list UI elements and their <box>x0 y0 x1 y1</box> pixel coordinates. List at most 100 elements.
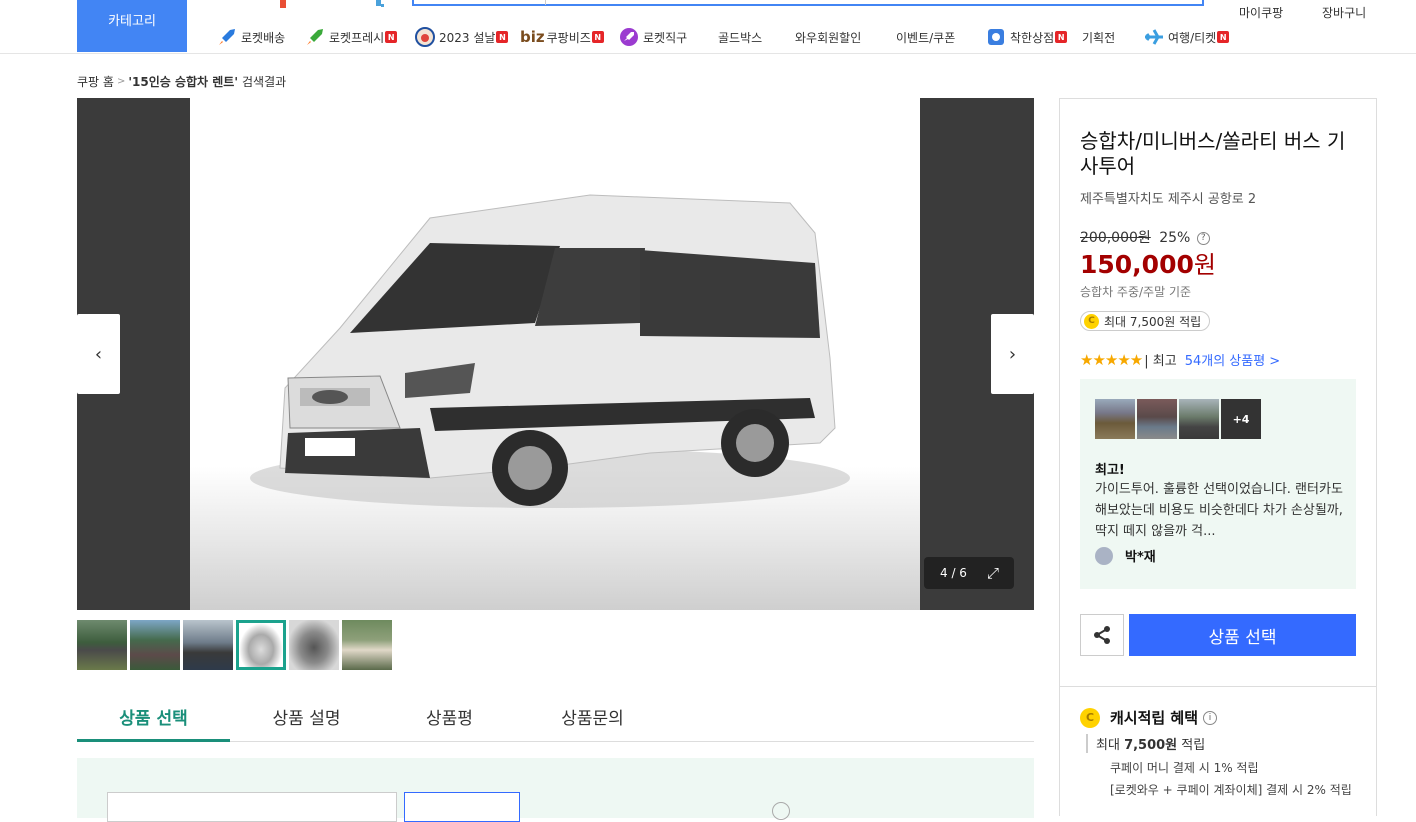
rocket-icon <box>216 26 238 48</box>
nav-label: 기획전 <box>1082 30 1116 45</box>
nav-label: 로켓직구 <box>643 30 688 45</box>
nav-item-rocket-fresh[interactable]: 로켓프레시 N <box>304 26 414 48</box>
cash-max-label: 최대 <box>1096 738 1120 753</box>
more-photos-button[interactable]: +4 <box>1221 399 1261 439</box>
search-input[interactable] <box>412 0 1204 6</box>
review-user: 박*재 <box>1095 546 1156 565</box>
price-unit: 원 <box>1193 251 1216 279</box>
new-badge: N <box>385 31 398 43</box>
image-counter: 4 / 6 ⤢ <box>924 557 1014 589</box>
review-photo-2[interactable] <box>1137 399 1177 439</box>
thumbnail-strip <box>77 620 392 670</box>
top-header: 카테고리 로켓배송 로켓프레시 N 2023 설날 N biz 쿠팡비즈 N 로… <box>0 0 1416 54</box>
nav-item-good-store[interactable]: 착한상점 N <box>985 26 1082 48</box>
cash-max-amount: 7,500원 <box>1124 738 1178 753</box>
tab-product-inquiry[interactable]: 상품문의 <box>516 700 669 742</box>
product-main-image[interactable] <box>190 98 920 610</box>
rating-row: ★★★★★ | 최고 54개의 상품평 > <box>1080 350 1281 370</box>
option-date-input[interactable] <box>107 792 397 822</box>
share-button[interactable] <box>1080 614 1124 656</box>
nav-label: 2023 설날 <box>439 30 496 45</box>
cash-max-suffix: 적립 <box>1181 738 1206 753</box>
thumbnail-5[interactable] <box>289 620 339 670</box>
product-tabs: 상품 선택 상품 설명 상품평 상품문의 <box>77 700 1034 742</box>
info-icon[interactable]: i <box>1203 710 1218 725</box>
category-nav: 로켓배송 로켓프레시 N 2023 설날 N biz 쿠팡비즈 N 로켓직구 골… <box>216 24 1230 50</box>
sale-price-value: 150,000 <box>1080 250 1194 279</box>
nav-label: 골드박스 <box>718 30 763 45</box>
rating-word: | 최고 <box>1144 354 1177 369</box>
avatar <box>1095 546 1113 565</box>
cash-point-text: 최대 7,500원 적립 <box>1104 314 1202 329</box>
nav-label: 착한상점 <box>1010 30 1055 45</box>
review-text: 가이드투어. 훌륭한 선택이었습니다. 랜터카도 해보았는데 비용도 비슷한데다… <box>1095 482 1343 539</box>
new-year-icon <box>414 26 436 48</box>
nav-item-gold-box[interactable]: 골드박스 <box>718 29 795 46</box>
chevron-right-icon: > <box>116 76 126 87</box>
thumbnail-2[interactable] <box>130 620 180 670</box>
tab-product-description[interactable]: 상품 설명 <box>230 700 383 742</box>
tab-reviews[interactable]: 상품평 <box>383 700 516 742</box>
cart-link[interactable]: 장바구니 <box>1322 4 1366 21</box>
coin-icon: C <box>1080 707 1100 728</box>
cash-benefit-panel: C 캐시적립 혜택 i 최대 7,500원 적립 쿠페이 머니 결제 시 1% … <box>1059 686 1377 816</box>
nav-item-travel[interactable]: 여행/티켓 N <box>1143 26 1230 48</box>
price-basis: 승합차 주중/주말 기준 <box>1080 285 1192 299</box>
product-title: 승합차/미니버스/쏠라티 버스 기사투어 <box>1080 129 1346 178</box>
airplane-icon <box>1143 26 1165 48</box>
cash-line-2: [로켓와우 + 쿠페이 계좌이체] 결제 시 2% 적립 <box>1110 783 1352 797</box>
chevron-right-icon: › <box>1008 343 1017 365</box>
original-price-row: 200,000원 25% ? <box>1080 227 1210 247</box>
review-photos: +4 <box>1095 399 1261 439</box>
chevron-left-icon: ‹ <box>94 343 103 365</box>
nav-item-wow-discount[interactable]: 와우회원할인 <box>795 29 896 46</box>
review-title: 최고! <box>1095 463 1125 478</box>
breadcrumb-home[interactable]: 쿠팡 홈 <box>77 73 114 90</box>
option-button[interactable] <box>404 792 520 822</box>
review-count-link[interactable]: 54개의 상품평 > <box>1185 350 1281 369</box>
nav-item-rocket-delivery[interactable]: 로켓배송 <box>216 26 304 48</box>
cash-point-badge: C 최대 7,500원 적립 <box>1080 311 1211 331</box>
share-icon <box>1094 626 1110 644</box>
next-image-button[interactable]: › <box>991 314 1034 394</box>
sale-price: 150,000원 <box>1080 245 1216 280</box>
product-gallery: ‹ › 4 / 6 ⤢ <box>77 98 1034 610</box>
nav-label: 여행/티켓 <box>1168 30 1217 45</box>
review-photo-1[interactable] <box>1095 399 1135 439</box>
nav-item-coupang-biz[interactable]: biz 쿠팡비즈 N <box>520 28 618 46</box>
cash-max: 최대 7,500원 적립 <box>1086 734 1205 753</box>
category-button[interactable]: 카테고리 <box>77 0 187 52</box>
coin-icon: C <box>1084 313 1099 329</box>
star-rating: ★★★★★ <box>1080 350 1143 369</box>
tab-product-select[interactable]: 상품 선택 <box>77 700 230 742</box>
prev-image-button[interactable]: ‹ <box>77 314 120 394</box>
reviewer-name: 박*재 <box>1125 550 1156 565</box>
nav-label: 쿠팡비즈 <box>546 30 591 45</box>
original-price: 200,000원 <box>1080 230 1151 246</box>
thumbnail-3[interactable] <box>183 620 233 670</box>
review-preview[interactable]: +4 최고! 가이드투어. 훌륭한 선택이었습니다. 랜터카도 해보았는데 비용… <box>1080 379 1356 589</box>
thumbnail-6[interactable] <box>342 620 392 670</box>
option-info-icon[interactable] <box>772 802 790 820</box>
cash-benefit-title: C 캐시적립 혜택 i <box>1080 707 1218 728</box>
nav-label: 로켓배송 <box>241 30 286 45</box>
nav-label: 와우회원할인 <box>795 30 862 45</box>
nav-item-exhibition[interactable]: 기획전 <box>1082 29 1143 46</box>
search-divider <box>545 0 546 5</box>
review-photo-3[interactable] <box>1179 399 1219 439</box>
rocket-fresh-icon <box>304 26 326 48</box>
coupang-logo[interactable] <box>280 0 400 8</box>
help-icon[interactable]: ? <box>1196 231 1210 245</box>
my-coupang-link[interactable]: 마이쿠팡 <box>1239 4 1283 21</box>
rocket-global-icon <box>618 26 640 48</box>
select-product-button[interactable]: 상품 선택 <box>1129 614 1356 656</box>
thumbnail-4-selected[interactable] <box>236 620 286 670</box>
product-address: 제주특별자치도 제주시 공항로 2 <box>1080 192 1257 207</box>
nav-item-new-year[interactable]: 2023 설날 N <box>414 26 520 48</box>
nav-item-events[interactable]: 이벤트/쿠폰 <box>896 29 985 46</box>
nav-item-rocket-global[interactable]: 로켓직구 <box>618 26 718 48</box>
expand-icon[interactable]: ⤢ <box>987 564 999 582</box>
new-badge: N <box>591 31 604 43</box>
product-info-panel: 승합차/미니버스/쏠라티 버스 기사투어 제주특별자치도 제주시 공항로 2 2… <box>1059 98 1377 687</box>
thumbnail-1[interactable] <box>77 620 127 670</box>
